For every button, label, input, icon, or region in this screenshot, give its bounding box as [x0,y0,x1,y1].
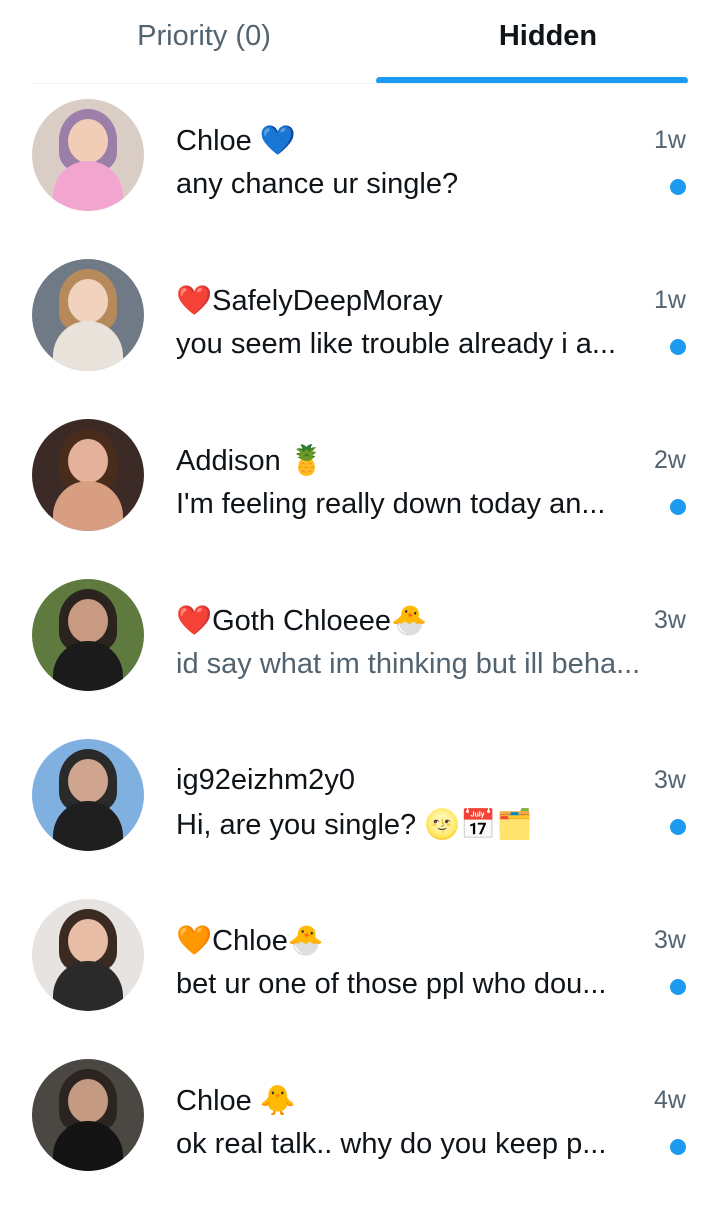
timestamp: 2w [654,446,686,474]
tab-bar: Priority (0) Hidden [0,0,720,84]
conversation-row[interactable]: ❤️Goth Chloeee🐣 3w id say what im thinki… [0,579,720,742]
timestamp: 4w [654,1086,686,1114]
message-preview: id say what im thinking but ill beha... [176,648,641,680]
avatar [32,99,144,211]
sender-name: ig92eizhm2y0 [176,764,355,796]
avatar [32,259,144,371]
tab-hidden-label: Hidden [498,20,598,52]
tab-priority[interactable]: Priority (0) [0,0,376,84]
sender-name: Chloe 🐥 [176,1085,296,1117]
conversation-row[interactable]: ig92eizhm2y0 3w Hi, are you single? 🌝📅🗂️ [0,739,720,902]
unread-dot [670,499,686,515]
tab-hidden[interactable]: Hidden [376,0,720,84]
sender-name: Chloe 💙 [176,125,296,157]
tab-priority-label: Priority (0) [137,20,271,52]
message-preview: any chance ur single? [176,168,459,200]
sender-name: ❤️Goth Chloeee🐣 [176,605,428,637]
conversation-row[interactable]: Chloe 🐥 4w ok real talk.. why do you kee… [0,1059,720,1222]
sender-name: Addison 🍍 [176,445,325,477]
conversation-row[interactable]: 🧡Chloe🐣 3w bet ur one of those ppl who d… [0,899,720,1062]
conversation-row[interactable]: Addison 🍍 2w I'm feeling really down tod… [0,419,720,582]
unread-dot [670,339,686,355]
unread-dot [670,179,686,195]
timestamp: 1w [654,286,686,314]
message-preview: ok real talk.. why do you keep p... [176,1128,607,1160]
message-preview: I'm feeling really down today an... [176,488,606,520]
unread-dot [670,979,686,995]
timestamp: 3w [654,766,686,794]
avatar [32,739,144,851]
sender-name: ❤️SafelyDeepMoray [176,285,443,317]
message-preview: Hi, are you single? 🌝📅🗂️ [176,809,533,841]
avatar [32,579,144,691]
avatar [32,899,144,1011]
sender-name: 🧡Chloe🐣 [176,925,324,957]
avatar [32,419,144,531]
message-preview: you seem like trouble already i a... [176,328,617,360]
avatar [32,1059,144,1171]
conversation-row[interactable]: ❤️SafelyDeepMoray 1w you seem like troub… [0,259,720,422]
unread-dot [670,1139,686,1155]
unread-dot [670,819,686,835]
timestamp: 3w [654,926,686,954]
timestamp: 3w [654,606,686,634]
conversation-row[interactable]: Chloe 💙 1w any chance ur single? [0,99,720,262]
tab-divider [32,83,688,84]
message-preview: bet ur one of those ppl who dou... [176,968,607,1000]
timestamp: 1w [654,126,686,154]
